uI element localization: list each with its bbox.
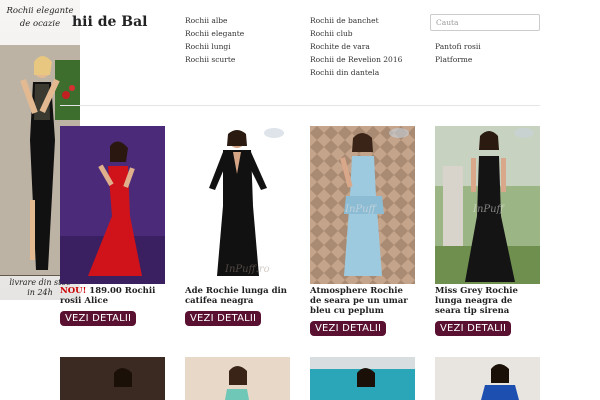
product-name[interactable]: Miss Grey Rochie lunga neagra de seara t…	[435, 286, 540, 316]
product-card[interactable]: NOU! 189.00 Rochii rosii Alice VEZI DETA…	[60, 126, 165, 326]
product-name[interactable]: Atmosphere Rochie de seara pe un umar bl…	[310, 286, 415, 316]
search-input[interactable]	[430, 14, 540, 31]
nav-link-rochii-din-dantela[interactable]: Rochii din dantela	[310, 66, 402, 79]
product-card[interactable]: InPuff Atmosphere Rochie de seara pe un …	[310, 126, 415, 336]
new-badge: NOU!	[60, 286, 87, 296]
nav-link-platforme[interactable]: Platforme	[435, 53, 481, 66]
watermark-text: InPuff	[473, 204, 504, 215]
header-divider	[60, 105, 540, 106]
product-image[interactable]: InPuff	[310, 126, 415, 284]
product-card[interactable]: InPuff.ro Ade Rochie lunga din catifea n…	[185, 126, 290, 326]
product-image[interactable]	[435, 357, 540, 400]
product-image[interactable]	[60, 126, 165, 284]
nav-link-rochii-de-banchet[interactable]: Rochii de banchet	[310, 14, 402, 27]
nav-column-3: Pantofi rosii Platforme	[435, 40, 481, 66]
nav-link-rochii-club[interactable]: Rochii club	[310, 27, 402, 40]
nav-column-2: Rochii de banchet Rochii club Rochite de…	[310, 14, 402, 79]
nav-link-rochii-elegante[interactable]: Rochii elegante	[185, 27, 244, 40]
nav-link-pantofi-rosii[interactable]: Pantofi rosii	[435, 40, 481, 53]
view-details-button[interactable]: VEZI DETALII	[435, 321, 512, 336]
product-image[interactable]	[185, 357, 290, 400]
product-name[interactable]: Ade Rochie lunga din catifea neagra	[185, 286, 290, 306]
nav-column-1: Rochii albe Rochii elegante Rochii lungi…	[185, 14, 244, 66]
nav-link-rochii-scurte[interactable]: Rochii scurte	[185, 53, 244, 66]
watermark-badge-icon	[264, 128, 284, 138]
view-details-button[interactable]: VEZI DETALII	[310, 321, 387, 336]
watermark-text: InPuff	[345, 204, 376, 215]
nav-link-rochii-lungi[interactable]: Rochii lungi	[185, 40, 244, 53]
watermark-badge-icon	[514, 128, 534, 138]
nav-link-rochii-albe[interactable]: Rochii albe	[185, 14, 244, 27]
product-image[interactable]: InPuff	[435, 126, 540, 284]
product-card[interactable]: InPuff Miss Grey Rochie lunga neagra de …	[435, 126, 540, 336]
product-image[interactable]	[310, 357, 415, 400]
watermark-badge-icon	[389, 128, 409, 138]
watermark-text: InPuff.ro	[225, 264, 270, 275]
nav-link-rochii-de-revelion[interactable]: Rochii de Revelion 2016	[310, 53, 402, 66]
view-details-button[interactable]: VEZI DETALII	[185, 311, 262, 326]
product-image[interactable]	[60, 357, 165, 400]
product-name[interactable]: NOU! 189.00 Rochii rosii Alice	[60, 286, 165, 306]
product-image[interactable]: InPuff.ro	[185, 126, 290, 284]
view-details-button[interactable]: VEZI DETALII	[60, 311, 137, 326]
nav-link-rochite-de-vara[interactable]: Rochite de vara	[310, 40, 402, 53]
site-title[interactable]: hii de Bal	[72, 14, 147, 30]
